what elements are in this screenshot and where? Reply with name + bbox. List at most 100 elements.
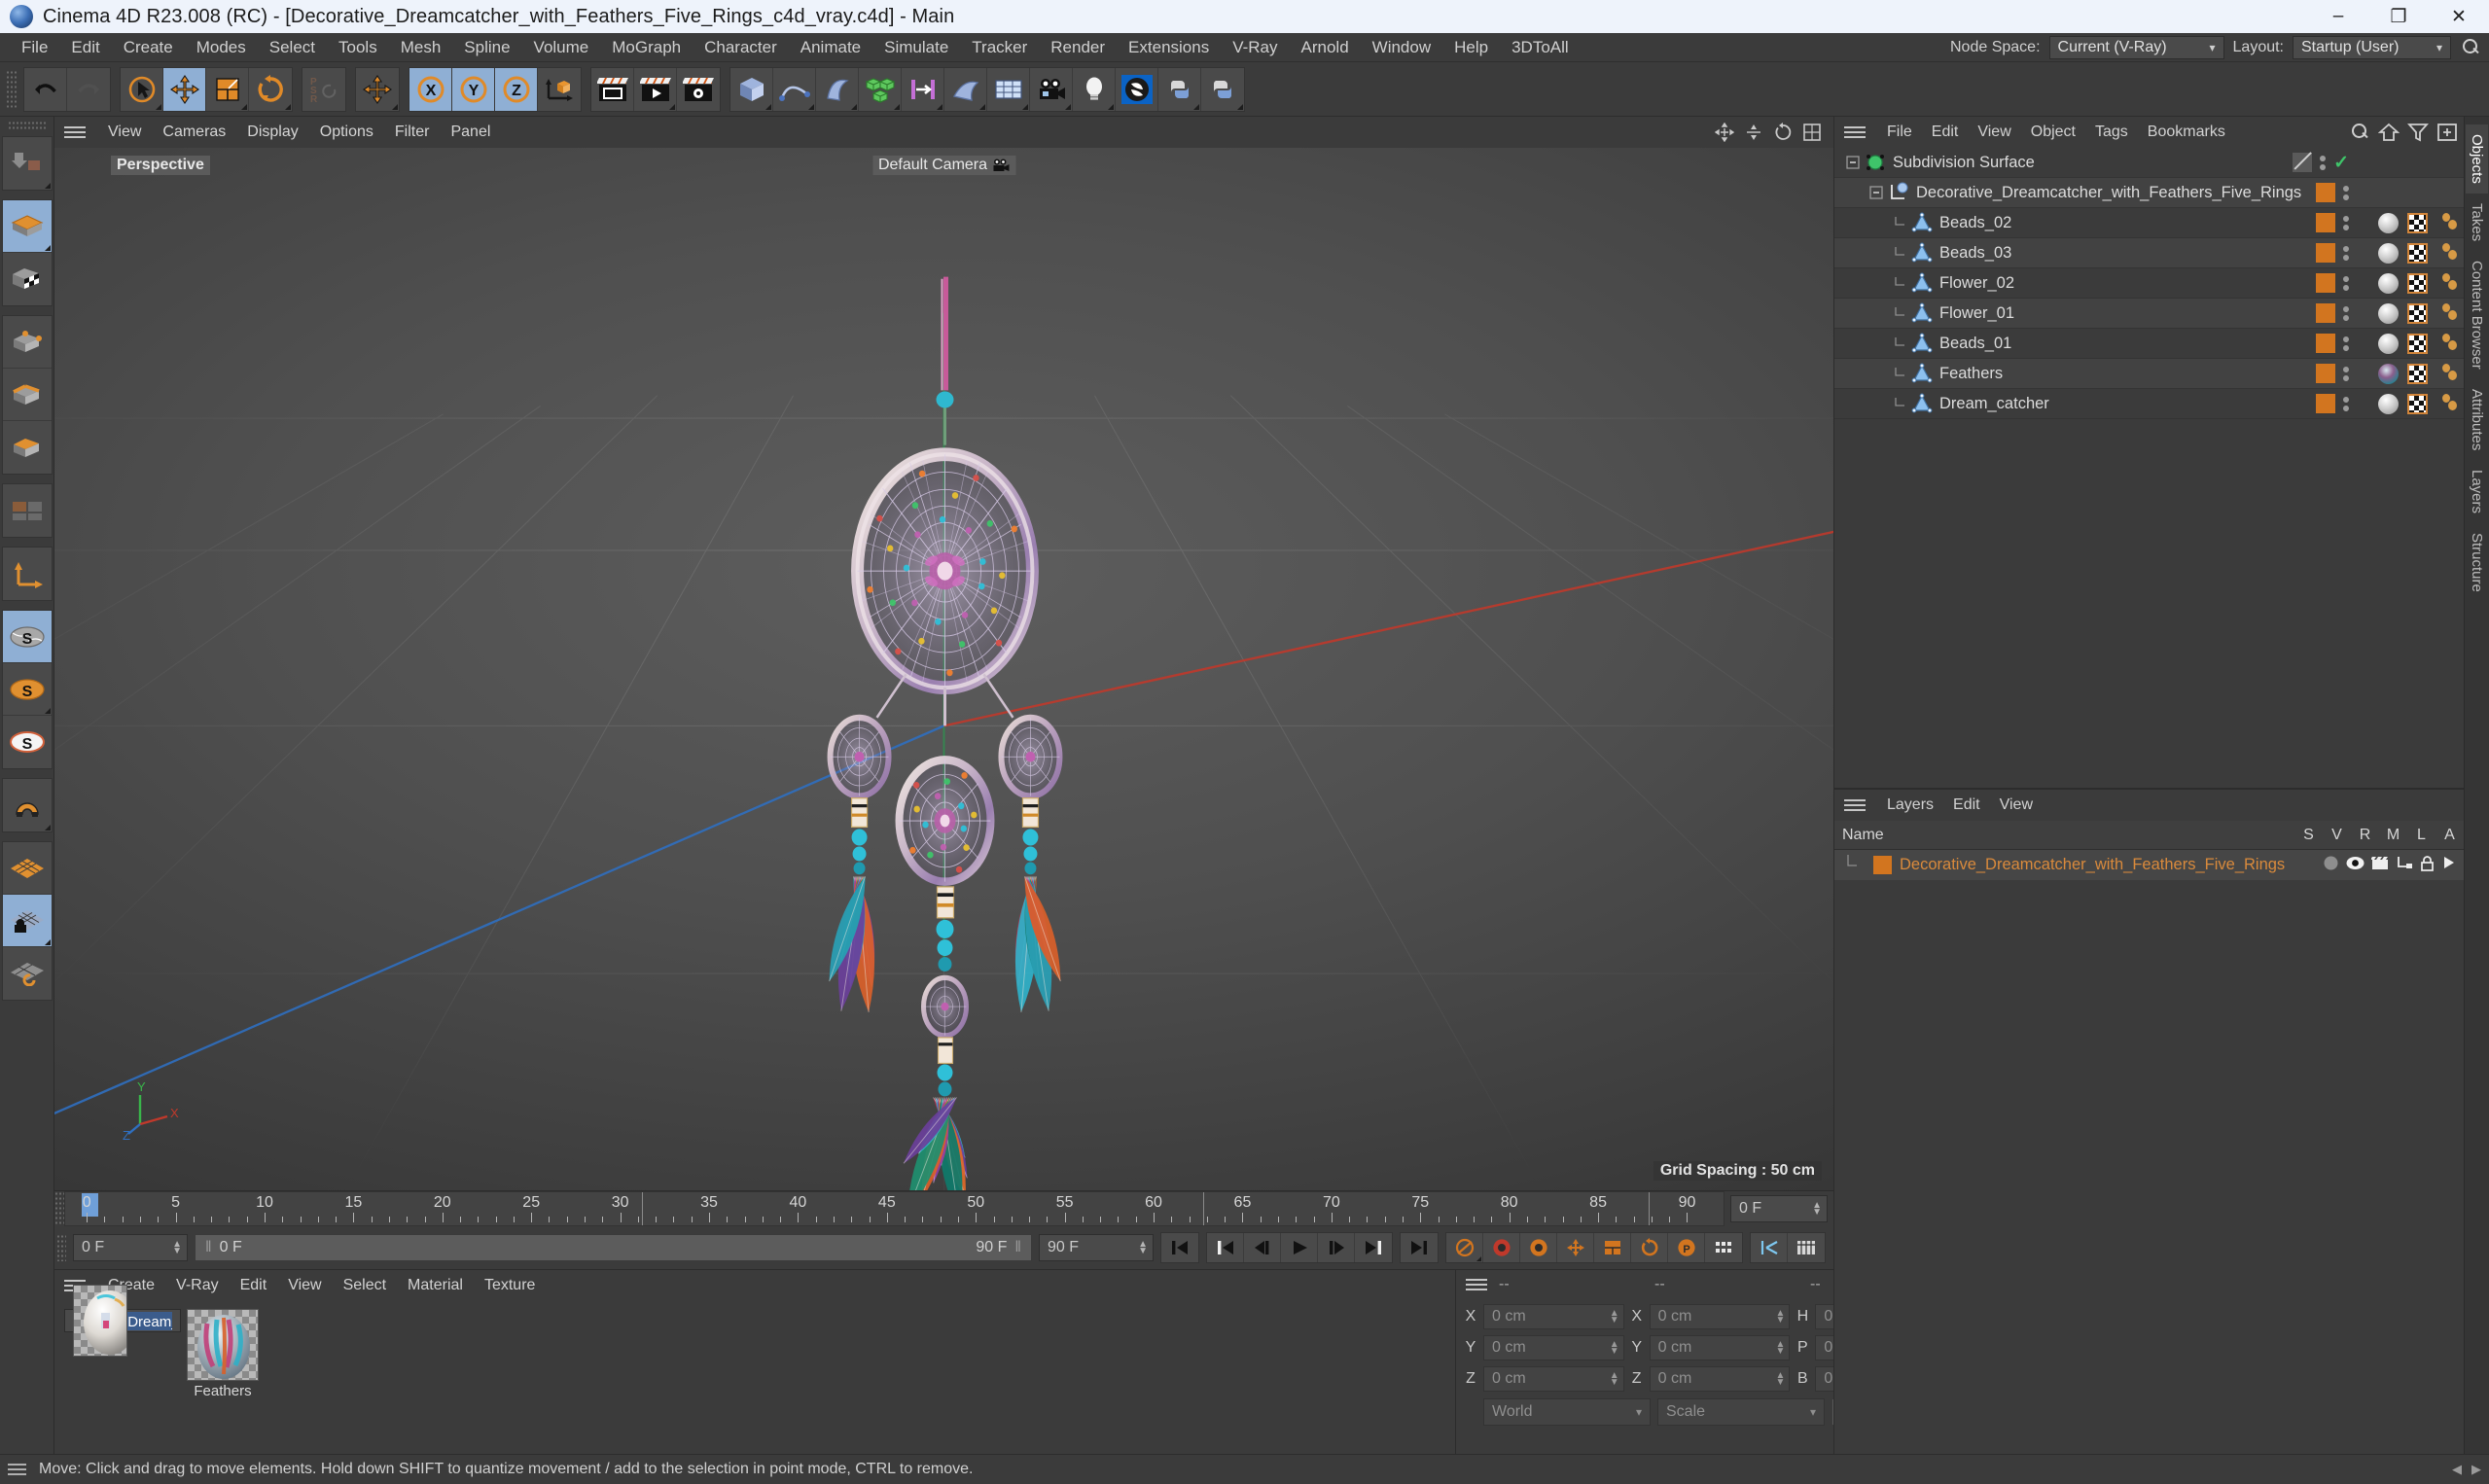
viewport[interactable]: Perspective Default Camera Grid Spacing … bbox=[54, 148, 1833, 1190]
rail-tab-takes[interactable]: Takes bbox=[2466, 194, 2488, 251]
toolbar-drag-handle[interactable] bbox=[6, 69, 18, 109]
scroll-right-icon[interactable]: ▶ bbox=[2471, 1462, 2481, 1477]
lock-toggle[interactable] bbox=[2420, 855, 2435, 876]
snap-settings-icon[interactable]: S bbox=[2, 663, 52, 716]
rail-tab-layers[interactable]: Layers bbox=[2466, 460, 2488, 523]
object-row[interactable]: Subdivision Surface ✓ bbox=[1834, 148, 2464, 178]
selection-tag-icon[interactable] bbox=[2436, 364, 2458, 383]
range-grip-icon[interactable]: ‖ bbox=[205, 1239, 212, 1256]
material-menu-view[interactable]: View bbox=[277, 1275, 332, 1296]
redo-icon[interactable] bbox=[67, 68, 110, 111]
layer-menu-icon[interactable] bbox=[1844, 795, 1869, 815]
object-row[interactable]: Beads_01 bbox=[1834, 329, 2464, 359]
step-back-button[interactable] bbox=[1244, 1233, 1281, 1262]
spinner-icon[interactable]: ▲▼ bbox=[1775, 1371, 1785, 1388]
spinner-icon[interactable]: ▲▼ bbox=[1610, 1340, 1619, 1357]
rail-tab-objects[interactable]: Objects bbox=[2466, 124, 2488, 194]
search-icon[interactable] bbox=[2349, 122, 2370, 143]
cube-icon[interactable] bbox=[730, 67, 773, 111]
position-key-icon[interactable] bbox=[1557, 1233, 1594, 1262]
floor-icon[interactable] bbox=[987, 67, 1030, 111]
layer-menu-layers[interactable]: Layers bbox=[1877, 795, 1943, 816]
material-tag-icon[interactable] bbox=[2378, 212, 2399, 233]
menu-file[interactable]: File bbox=[10, 35, 59, 60]
menu-spline[interactable]: Spline bbox=[452, 35, 521, 60]
object-menu-tags[interactable]: Tags bbox=[2085, 122, 2138, 143]
layout-select[interactable]: Startup (User) ▾ bbox=[2293, 35, 2451, 59]
visibility-dots-icon[interactable] bbox=[2343, 275, 2349, 291]
keyframe-mode-icon[interactable] bbox=[1751, 1233, 1788, 1262]
object-menu-file[interactable]: File bbox=[1877, 122, 1922, 143]
viewport-menu-filter[interactable]: Filter bbox=[384, 122, 441, 143]
rail-tab-attributes[interactable]: Attributes bbox=[2466, 379, 2488, 460]
viewport-menu-cameras[interactable]: Cameras bbox=[152, 122, 236, 143]
python-icon[interactable] bbox=[1158, 67, 1201, 111]
axis-x-icon[interactable]: X bbox=[409, 67, 452, 111]
timeline-frame-field[interactable]: 0 F ▲ ▼ bbox=[1730, 1195, 1828, 1222]
keyframe-selection-icon[interactable] bbox=[1520, 1233, 1557, 1262]
object-menu-view[interactable]: View bbox=[1968, 122, 2020, 143]
object-menu-icon[interactable] bbox=[1844, 123, 1869, 142]
snap-lock-icon[interactable]: S bbox=[3, 716, 52, 768]
spinner-icon[interactable]: ▲▼ bbox=[157, 1240, 182, 1256]
uvw-tag-icon[interactable] bbox=[2407, 333, 2428, 354]
move-icon[interactable] bbox=[163, 67, 206, 111]
spline-icon[interactable] bbox=[773, 67, 816, 111]
controls-drag-handle[interactable] bbox=[56, 1234, 66, 1261]
material-menu-v-ray[interactable]: V-Ray bbox=[165, 1275, 230, 1296]
goto-previous-key-button[interactable] bbox=[1207, 1233, 1244, 1262]
uvw-tag-icon[interactable] bbox=[2407, 393, 2428, 414]
pan-view-icon[interactable] bbox=[1712, 121, 1736, 145]
menu-create[interactable]: Create bbox=[112, 35, 185, 60]
viewport-menu-panel[interactable]: Panel bbox=[440, 122, 501, 143]
render-toggle[interactable] bbox=[2370, 856, 2389, 875]
world-move-icon[interactable] bbox=[356, 68, 399, 111]
material-preview[interactable] bbox=[73, 1285, 128, 1357]
display-override-icon[interactable] bbox=[2293, 153, 2313, 172]
uvw-tag-icon[interactable] bbox=[2407, 212, 2428, 233]
array-icon[interactable] bbox=[859, 67, 902, 111]
point-mode-icon[interactable] bbox=[2, 316, 52, 369]
vray-icon[interactable] bbox=[1116, 67, 1158, 111]
home-icon[interactable] bbox=[2378, 122, 2400, 143]
preview-range-bar[interactable]: ‖ 0 F 90 F ‖ bbox=[195, 1234, 1032, 1261]
material-menu-texture[interactable]: Texture bbox=[474, 1275, 546, 1296]
range-grip-icon[interactable]: ‖ bbox=[1014, 1239, 1021, 1256]
menu-window[interactable]: Window bbox=[1361, 35, 1442, 60]
visibility-dots-icon[interactable] bbox=[2343, 185, 2349, 200]
selection-tag-icon[interactable] bbox=[2436, 243, 2458, 263]
tree-expand-icon[interactable] bbox=[1866, 185, 1887, 200]
layer-row[interactable]: Decorative_Dreamcatcher_with_Feathers_Fi… bbox=[1834, 850, 2464, 880]
timeline-mode-icon[interactable] bbox=[1788, 1233, 1825, 1262]
object-row[interactable]: Flower_02 bbox=[1834, 268, 2464, 299]
pla-key-icon[interactable] bbox=[1705, 1233, 1742, 1262]
coord-position-x-field[interactable]: 0 cm ▲ ▼ bbox=[1483, 1304, 1624, 1329]
model-mode-icon[interactable] bbox=[2, 200, 52, 253]
layer-color-chip[interactable] bbox=[1873, 856, 1892, 874]
selection-tag-icon[interactable] bbox=[2436, 303, 2458, 323]
selection-tag-icon[interactable] bbox=[2436, 334, 2458, 353]
layer-color-chip[interactable] bbox=[2316, 213, 2335, 232]
magnet-icon[interactable] bbox=[3, 779, 52, 831]
render-view-icon[interactable] bbox=[591, 67, 634, 111]
layer-color-chip[interactable] bbox=[2316, 183, 2335, 202]
menu-animate[interactable]: Animate bbox=[789, 35, 872, 60]
layer-color-chip[interactable] bbox=[2316, 243, 2335, 263]
menu-tracker[interactable]: Tracker bbox=[960, 35, 1039, 60]
rail-tab-structure[interactable]: Structure bbox=[2466, 523, 2488, 602]
timeline-track[interactable]: 0 5 10 15 20 25 30 35 40 45 50 55 60 65 70 75 80 85 90 bbox=[64, 1191, 1725, 1226]
status-menu-icon[interactable] bbox=[8, 1462, 29, 1477]
parameter-key-icon[interactable]: P bbox=[1668, 1233, 1705, 1262]
uvw-tag-icon[interactable] bbox=[2407, 272, 2428, 294]
maximize-button[interactable]: ❐ bbox=[2368, 0, 2429, 33]
selection-tag-icon[interactable] bbox=[2436, 273, 2458, 293]
material-preview[interactable] bbox=[187, 1309, 259, 1381]
goto-next-key-button[interactable] bbox=[1355, 1233, 1392, 1262]
visibility-dots-icon[interactable] bbox=[2343, 305, 2349, 321]
goto-end-button[interactable] bbox=[1401, 1233, 1438, 1262]
close-button[interactable]: ✕ bbox=[2429, 0, 2489, 33]
maximize-view-icon[interactable] bbox=[1799, 121, 1824, 145]
layer-menu-view[interactable]: View bbox=[1990, 795, 2043, 816]
material-tag-icon[interactable] bbox=[2378, 363, 2399, 384]
deformer-icon[interactable] bbox=[902, 67, 944, 111]
